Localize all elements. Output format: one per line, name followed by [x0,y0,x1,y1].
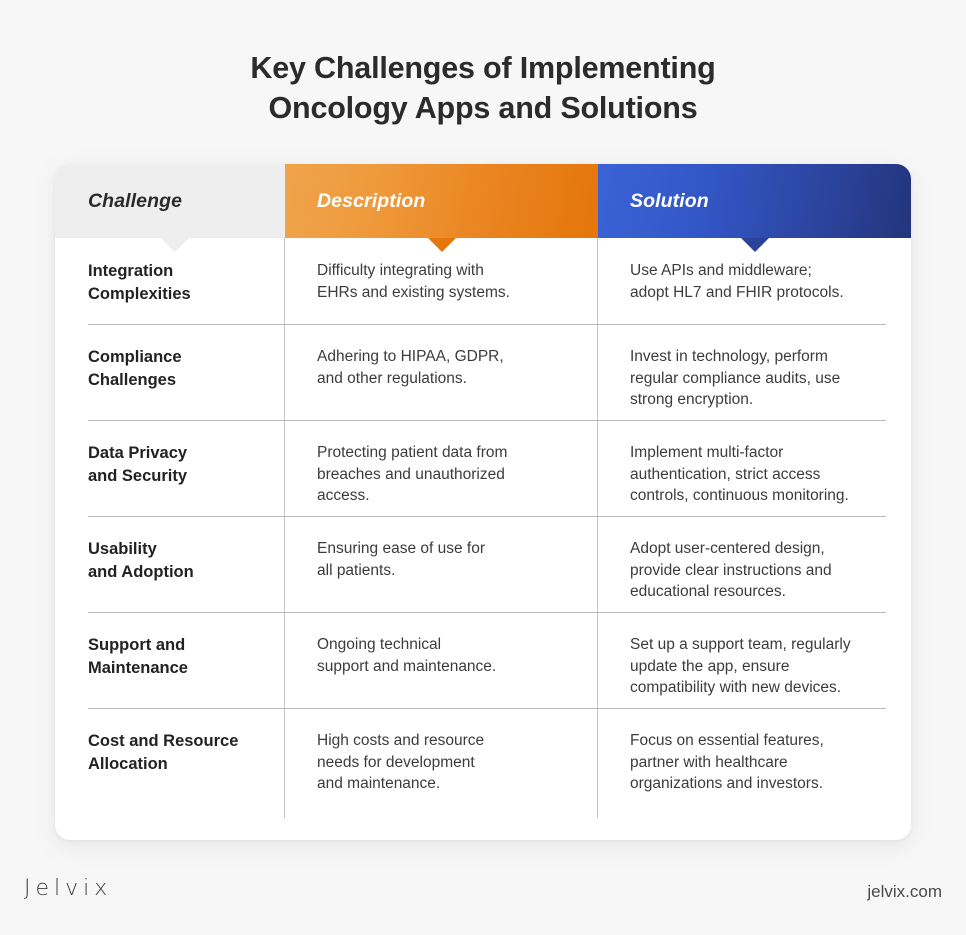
cell-description: Ensuring ease of use for all patients. [285,538,598,612]
row-separator [88,324,886,325]
table-row: Cost and Resource Allocation High costs … [55,708,911,818]
table-header-solution: Solution [598,164,911,252]
row-separator [88,516,886,517]
cell-description-text: Protecting patient data from breaches an… [317,444,508,504]
challenges-table-card: Challenge Description Solution Integrati… [55,164,911,840]
table-row: Usability and Adoption Ensuring ease of … [55,516,911,612]
cell-challenge-text: Usability and Adoption [88,540,194,581]
cell-challenge: Compliance Challenges [55,346,285,420]
cell-description: Adhering to HIPAA, GDPR, and other regul… [285,346,598,420]
cell-solution: Invest in technology, perform regular co… [598,346,911,420]
table-body: Integration Complexities Difficulty inte… [55,238,911,818]
jelvix-logo: Jelvix [24,876,113,901]
cell-description-text: Ensuring ease of use for all patients. [317,540,486,579]
page-title-line-1: Key Challenges of Implementing [250,51,716,85]
table-row: Support and Maintenance Ongoing technica… [55,612,911,708]
cell-challenge: Support and Maintenance [55,634,285,708]
cell-description-text: High costs and resource needs for develo… [317,732,485,792]
cell-challenge-text: Integration Complexities [88,262,191,303]
table-header-solution-label: Solution [630,189,709,212]
cell-solution-text: Focus on essential features, partner wit… [630,732,824,792]
cell-solution: Focus on essential features, partner wit… [598,730,911,818]
cell-solution: Use APIs and middleware; adopt HL7 and F… [598,260,911,324]
table-header-description-label: Description [317,189,426,212]
cell-solution-text: Adopt user-centered design, provide clea… [630,540,832,600]
cell-challenge-text: Support and Maintenance [88,636,188,677]
table-header-challenge-label: Challenge [88,189,183,212]
table-row: Compliance Challenges Adhering to HIPAA,… [55,324,911,420]
table-header-challenge: Challenge [55,164,285,252]
table-header-row: Challenge Description Solution [55,164,911,252]
cell-solution-text: Set up a support team, regularly update … [630,636,851,696]
row-separator [88,420,886,421]
table-row: Integration Complexities Difficulty inte… [55,238,911,324]
cell-description: High costs and resource needs for develo… [285,730,598,818]
cell-description-text: Difficulty integrating with EHRs and exi… [317,262,510,301]
cell-description-text: Ongoing technical support and maintenanc… [317,636,497,675]
cell-challenge: Cost and Resource Allocation [55,730,285,818]
page-title-line-2: Oncology Apps and Solutions [268,91,698,125]
cell-challenge-text: Compliance Challenges [88,348,182,389]
cell-challenge: Data Privacy and Security [55,442,285,516]
website-url: jelvix.com [867,882,942,901]
cell-challenge-text: Cost and Resource Allocation [88,732,239,773]
cell-challenge: Usability and Adoption [55,538,285,612]
cell-description: Ongoing technical support and maintenanc… [285,634,598,708]
cell-solution-text: Use APIs and middleware; adopt HL7 and F… [630,262,844,301]
table-header-description: Description [285,164,598,252]
cell-solution: Adopt user-centered design, provide clea… [598,538,911,612]
row-separator [88,708,886,709]
cell-solution-text: Invest in technology, perform regular co… [630,348,841,408]
cell-description: Difficulty integrating with EHRs and exi… [285,260,598,324]
table-row: Data Privacy and Security Protecting pat… [55,420,911,516]
page-title: Key Challenges of Implementing Oncology … [0,48,966,128]
cell-solution-text: Implement multi-factor authentication, s… [630,444,849,504]
cell-solution: Set up a support team, regularly update … [598,634,911,708]
cell-challenge: Integration Complexities [55,260,285,324]
row-separator [88,612,886,613]
cell-solution: Implement multi-factor authentication, s… [598,442,911,516]
cell-challenge-text: Data Privacy and Security [88,444,188,485]
cell-description: Protecting patient data from breaches an… [285,442,598,516]
cell-description-text: Adhering to HIPAA, GDPR, and other regul… [317,348,504,387]
